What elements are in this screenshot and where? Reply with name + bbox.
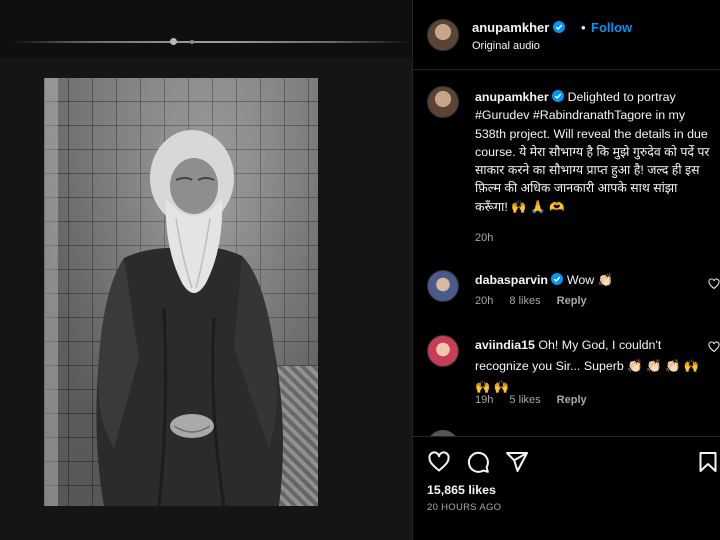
heart-icon[interactable] xyxy=(427,450,451,474)
author-avatar[interactable] xyxy=(427,19,459,51)
comment-likes[interactable]: 8 likes xyxy=(509,295,540,307)
likes-count[interactable]: 15,865 likes xyxy=(427,483,496,497)
comment-body: dabasparvin Wow 👏🏻 xyxy=(475,270,703,291)
comment-bubble-icon[interactable] xyxy=(466,450,490,474)
caption-timestamp[interactable]: 20h xyxy=(475,232,493,244)
follow-button[interactable]: Follow xyxy=(591,20,632,35)
caption-body: anupamkher Delighted to portray #Gurudev… xyxy=(475,88,713,216)
post-details-panel: anupamkher • Follow Original audio anupa… xyxy=(413,0,720,540)
comment-item: aviindia15 Oh! My God, I couldn't recogn… xyxy=(413,333,720,413)
media-ornament-dot-small xyxy=(190,40,194,44)
header-separator: • xyxy=(581,20,586,35)
comment-like-heart-icon[interactable] xyxy=(708,278,720,290)
post-media[interactable] xyxy=(0,0,412,540)
media-top-band xyxy=(0,0,412,58)
author-username[interactable]: anupamkher xyxy=(472,20,565,35)
comment-avatar[interactable] xyxy=(427,335,459,367)
comment-body: aviindia15 Oh! My God, I couldn't recogn… xyxy=(475,335,703,398)
audio-link[interactable]: Original audio xyxy=(472,40,540,52)
post-photo xyxy=(44,78,318,506)
verified-badge-icon xyxy=(552,21,565,33)
comment-time[interactable]: 19h xyxy=(475,394,493,406)
comment-meta: 20h 8 likes Reply xyxy=(475,295,600,307)
paper-plane-icon[interactable] xyxy=(505,450,529,474)
caption-avatar[interactable] xyxy=(427,86,459,118)
comment-username[interactable]: aviindia15 xyxy=(475,338,535,352)
post-header: anupamkher • Follow Original audio xyxy=(413,0,720,70)
comment-item: dabasparvin Wow 👏🏻 20h 8 likes Reply xyxy=(413,268,720,316)
posted-time[interactable]: 20 HOURS AGO xyxy=(427,502,501,513)
bookmark-icon[interactable] xyxy=(696,450,720,474)
photo-doorframe xyxy=(44,78,58,506)
comment-username[interactable]: dabasparvin xyxy=(475,273,548,287)
comment-avatar[interactable] xyxy=(427,270,459,302)
post-caption: anupamkher Delighted to portray #Gurudev… xyxy=(413,86,720,251)
media-ornament-dot xyxy=(170,38,177,45)
media-ornament-line xyxy=(10,41,410,43)
comment-meta: 19h 5 likes Reply xyxy=(475,394,600,406)
comment-like-heart-icon[interactable] xyxy=(708,341,720,353)
comment-verified-badge-icon xyxy=(551,273,564,285)
post-actions: 15,865 likes 20 HOURS AGO xyxy=(413,436,720,540)
comment-reply-button[interactable]: Reply xyxy=(557,394,587,406)
author-username-text[interactable]: anupamkher xyxy=(472,20,549,35)
caption-text: Delighted to portray #Gurudev #Rabindran… xyxy=(475,90,710,214)
caption-verified-badge-icon xyxy=(552,90,565,102)
comment-reply-button[interactable]: Reply xyxy=(557,295,587,307)
caption-username[interactable]: anupamkher xyxy=(475,90,549,104)
comment-likes[interactable]: 5 likes xyxy=(509,394,540,406)
photo-figure xyxy=(96,130,283,506)
comment-text: Wow 👏🏻 xyxy=(566,273,614,287)
comment-time[interactable]: 20h xyxy=(475,295,493,307)
